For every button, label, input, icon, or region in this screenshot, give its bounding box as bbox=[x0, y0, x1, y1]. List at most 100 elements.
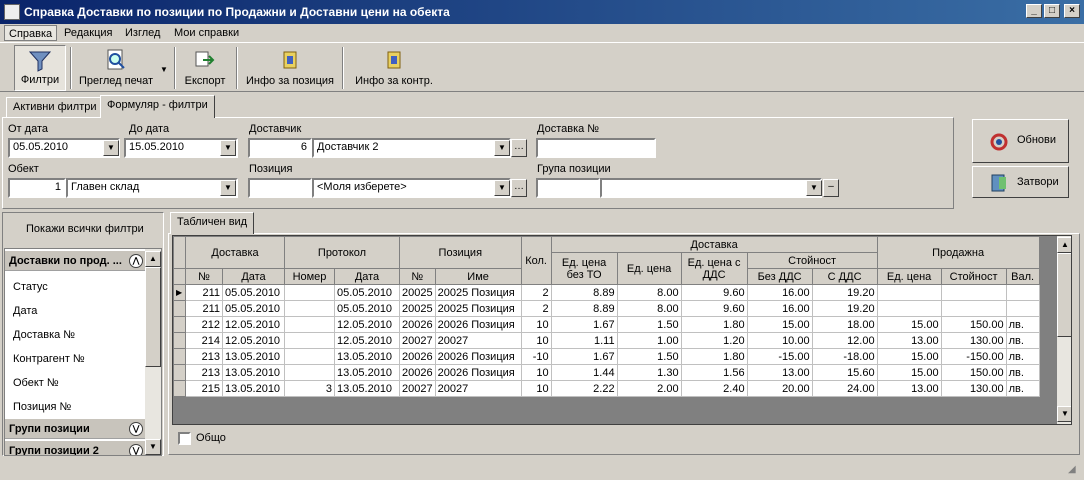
header-unit-price-no-to[interactable]: Ед. цена без ТО bbox=[550, 252, 618, 285]
cell-delivery-date[interactable]: 12.05.2010 bbox=[222, 332, 285, 349]
item-browse-button[interactable]: … bbox=[511, 179, 527, 197]
cell-item-no[interactable]: 20025 bbox=[399, 284, 436, 301]
cell-protocol-number[interactable] bbox=[284, 332, 335, 349]
cell-unit-price[interactable]: 1.00 bbox=[616, 332, 682, 349]
cell-currency[interactable]: лв. bbox=[1005, 332, 1040, 349]
cell-unit-price-vat[interactable]: 1.80 bbox=[680, 316, 748, 333]
supplier-dropdown-icon[interactable]: ▼ bbox=[494, 140, 510, 156]
cell-qty[interactable]: -10 bbox=[520, 348, 552, 365]
filter-item-contractor-no[interactable]: Контрагент № bbox=[13, 353, 85, 365]
cell-delivery-no[interactable]: 213 bbox=[185, 348, 223, 365]
header-sale[interactable]: Продажна bbox=[876, 236, 1040, 269]
cell-value-with-vat[interactable]: 12.00 bbox=[811, 332, 878, 349]
cell-delivery-date[interactable]: 13.05.2010 bbox=[222, 348, 285, 365]
scroll-up-icon[interactable]: ▲ bbox=[145, 251, 161, 267]
cell-sale-price[interactable]: 15.00 bbox=[876, 348, 942, 365]
cell-currency[interactable] bbox=[1005, 300, 1040, 317]
current-row-arrow-icon[interactable]: ▶ bbox=[173, 284, 186, 301]
cell-protocol-date[interactable]: 12.05.2010 bbox=[334, 316, 400, 333]
cell-unit-price[interactable]: 2.00 bbox=[616, 380, 682, 397]
cell-unit-price-no-to[interactable]: 1.67 bbox=[550, 348, 618, 365]
header-protocol-date[interactable]: Дата bbox=[334, 268, 400, 285]
cell-protocol-number[interactable] bbox=[284, 348, 335, 365]
cell-unit-price-no-to[interactable]: 8.89 bbox=[550, 300, 618, 317]
object-id-field[interactable]: 1 bbox=[8, 178, 66, 198]
cell-protocol-number[interactable] bbox=[284, 316, 335, 333]
item-name-field[interactable]: <Моля изберете> bbox=[312, 178, 511, 198]
cell-currency[interactable]: лв. bbox=[1005, 364, 1040, 381]
filter-group-item-groups-2[interactable]: Групи позиции 2 ⋁ bbox=[5, 441, 147, 455]
cell-protocol-date[interactable]: 13.05.2010 bbox=[334, 380, 400, 397]
header-value-no-vat[interactable]: Без ДДС bbox=[746, 268, 813, 285]
header-unit-price-vat[interactable]: Ед. цена с ДДС bbox=[680, 252, 748, 285]
cell-unit-price-vat[interactable]: 9.60 bbox=[680, 284, 748, 301]
cell-delivery-date[interactable]: 13.05.2010 bbox=[222, 364, 285, 381]
cell-qty[interactable]: 10 bbox=[520, 332, 552, 349]
header-delivery[interactable]: Доставка bbox=[185, 236, 285, 269]
refresh-button[interactable]: Обнови bbox=[972, 119, 1069, 163]
cell-unit-price-no-to[interactable]: 1.67 bbox=[550, 316, 618, 333]
menu-report[interactable]: Справка bbox=[4, 25, 58, 41]
chevron-down-icon[interactable]: ⋁ bbox=[129, 422, 143, 436]
cell-unit-price-no-to[interactable]: 1.44 bbox=[550, 364, 618, 381]
filter-list-scrollbar[interactable]: ▲ ▼ bbox=[145, 249, 161, 455]
tab-active-filters[interactable]: Активни филтри bbox=[6, 97, 104, 117]
cell-item-no[interactable]: 20026 bbox=[399, 364, 436, 381]
cell-unit-price-no-to[interactable]: 8.89 bbox=[550, 284, 618, 301]
cell-qty[interactable]: 10 bbox=[520, 316, 552, 333]
cell-delivery-date[interactable]: 05.05.2010 bbox=[222, 300, 285, 317]
cell-item-name[interactable]: 20027 bbox=[434, 332, 522, 349]
print-preview-button[interactable]: Преглед печат bbox=[74, 45, 158, 91]
cell-protocol-date[interactable]: 05.05.2010 bbox=[334, 284, 400, 301]
menu-view[interactable]: Изглед bbox=[121, 25, 164, 41]
cell-delivery-date[interactable]: 13.05.2010 bbox=[222, 380, 285, 397]
cell-sale-value[interactable]: 130.00 bbox=[940, 380, 1007, 397]
data-grid[interactable]: Доставка Протокол Позиция Кол. Доставка … bbox=[172, 235, 1072, 425]
cell-value-no-vat[interactable]: 10.00 bbox=[746, 332, 813, 349]
item-group-dropdown-icon[interactable]: ▼ bbox=[806, 180, 822, 196]
resize-grip-icon[interactable]: ◢ bbox=[1068, 464, 1082, 478]
cell-qty[interactable]: 2 bbox=[520, 284, 552, 301]
cell-sale-value[interactable] bbox=[940, 300, 1007, 317]
cell-value-with-vat[interactable]: -18.00 bbox=[811, 348, 878, 365]
title-bar[interactable]: Справка Доставки по позиции по Продажни … bbox=[0, 0, 1084, 24]
cell-unit-price-no-to[interactable]: 1.11 bbox=[550, 332, 618, 349]
cell-sale-value[interactable] bbox=[940, 284, 1007, 301]
supplier-id-field[interactable]: 6 bbox=[248, 138, 312, 158]
from-date-dropdown-icon[interactable]: ▼ bbox=[103, 140, 119, 156]
cell-currency[interactable] bbox=[1005, 284, 1040, 301]
tab-form-filters[interactable]: Формуляр - филтри bbox=[100, 95, 215, 118]
table-row[interactable]: 212 12.05.2010 12.05.2010 20026 20026 Позици… bbox=[173, 316, 1040, 333]
scroll-down-icon[interactable]: ▼ bbox=[145, 439, 161, 455]
cell-value-with-vat[interactable]: 19.20 bbox=[811, 300, 878, 317]
tab-table-view[interactable]: Табличен вид bbox=[170, 212, 255, 234]
row-indicator[interactable] bbox=[173, 316, 186, 333]
header-delivery-prices[interactable]: Доставка bbox=[550, 236, 878, 253]
cell-protocol-date[interactable]: 13.05.2010 bbox=[334, 348, 400, 365]
cell-sale-price[interactable]: 15.00 bbox=[876, 316, 942, 333]
cell-unit-price-vat[interactable]: 9.60 bbox=[680, 300, 748, 317]
total-checkbox[interactable] bbox=[178, 432, 191, 445]
header-item[interactable]: Позиция bbox=[399, 236, 522, 269]
cell-item-name[interactable]: 20026 Позиция bbox=[434, 364, 522, 381]
cell-sale-value[interactable]: 150.00 bbox=[940, 364, 1007, 381]
cell-delivery-date[interactable]: 12.05.2010 bbox=[222, 316, 285, 333]
header-delivery-date[interactable]: Дата bbox=[222, 268, 285, 285]
cell-item-name[interactable]: 20026 Позиция bbox=[434, 316, 522, 333]
row-indicator[interactable] bbox=[173, 300, 186, 317]
cell-unit-price-vat[interactable]: 1.20 bbox=[680, 332, 748, 349]
filter-item-status[interactable]: Статус bbox=[13, 281, 48, 293]
header-value-with-vat[interactable]: С ДДС bbox=[811, 268, 878, 285]
item-group-name-field[interactable] bbox=[600, 178, 822, 198]
cell-delivery-no[interactable]: 214 bbox=[185, 332, 223, 349]
cell-item-name[interactable]: 20027 bbox=[434, 380, 522, 397]
table-row[interactable]: 211 05.05.2010 05.05.2010 20025 20025 Позици… bbox=[173, 300, 1040, 317]
cell-unit-price[interactable]: 1.50 bbox=[616, 348, 682, 365]
item-info-button[interactable]: Инфо за позиция bbox=[242, 45, 338, 91]
header-protocol[interactable]: Протокол bbox=[284, 236, 400, 269]
minimize-button[interactable]: _ bbox=[1026, 4, 1042, 18]
maximize-button[interactable]: □ bbox=[1044, 4, 1060, 18]
table-row[interactable]: 215 13.05.2010 3 13.05.2010 20027 20027 10 2.22… bbox=[173, 380, 1040, 397]
cell-unit-price-no-to[interactable]: 2.22 bbox=[550, 380, 618, 397]
header-sale-price[interactable]: Ед. цена bbox=[876, 268, 942, 285]
